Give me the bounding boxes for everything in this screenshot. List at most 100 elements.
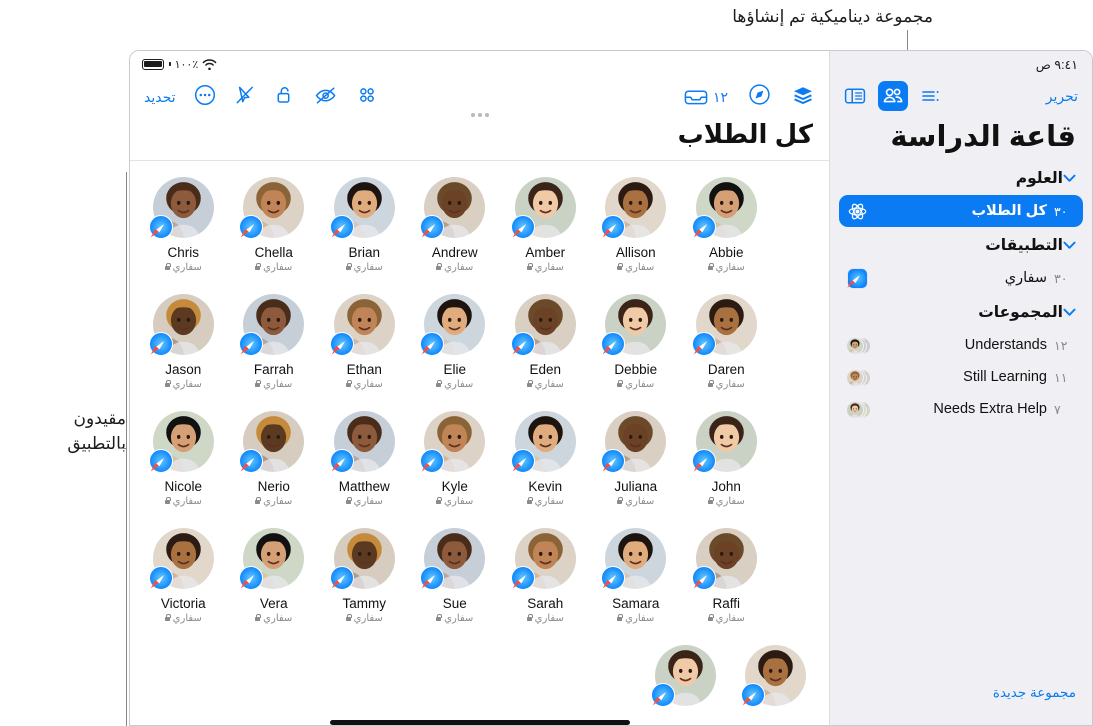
people-icon[interactable] [878,81,908,111]
sidebar-item-understands[interactable]: ١٢ Understands [839,329,1083,361]
sidebar-item-label: Still Learning [963,369,1047,385]
lock-icon [255,613,262,621]
student-name: Allison [615,245,656,260]
sidebar-section-header[interactable]: المجموعات [830,294,1092,329]
list-icon[interactable] [916,81,946,111]
student-card[interactable]: Matthew سفاري [319,411,410,507]
student-app-status: سفاري [436,379,473,390]
student-card[interactable]: Tammy سفاري [319,528,410,624]
safari-needle-icon [246,222,256,232]
sidebar-item-needs-extra-help[interactable]: ٧ Needs Extra Help [839,393,1083,425]
student-card[interactable]: Eden سفاري [500,294,591,390]
student-card[interactable]: Chella سفاري [229,177,320,273]
safari-app-badge-icon [148,332,173,356]
new-group-button[interactable]: مجموعة جديدة [993,685,1076,701]
chevron-down-icon[interactable] [1063,173,1076,185]
student-card[interactable]: Chris سفاري [138,177,229,273]
status-time: ٩:٤١ ص [1035,57,1078,72]
student-app-name: سفاري [715,379,745,390]
safari-needle-icon [337,573,347,583]
student-card[interactable]: John سفاري [681,411,772,507]
safari-app-badge-icon [510,566,535,590]
student-app-status: سفاري [526,262,564,273]
student-card[interactable]: Raffi سفاري [681,528,772,624]
student-app-name: سفاري [715,262,745,273]
safari-app-badge-icon [329,566,354,590]
student-card[interactable]: Samara سفاري [591,528,682,624]
compass-icon[interactable] [748,83,771,111]
safari-app-badge-icon [650,683,675,707]
safari-needle-icon [337,222,347,232]
student-card[interactable]: Vera سفاري [229,528,320,624]
student-name: Elie [443,362,466,377]
sidebar-title: قاعة الدراسة [890,121,1076,153]
student-card[interactable]: Sarah سفاري [500,528,591,624]
avatar-stack [846,336,871,355]
screenshot-root: مجموعة ديناميكية تم إنشاؤها مقيدون بالتط… [0,0,1093,726]
student-card[interactable]: Abbie سفاري [681,177,772,273]
student-name: Jason [165,362,202,377]
student-card[interactable]: Amber سفاري [500,177,591,273]
student-card[interactable]: Kyle سفاري [410,411,501,507]
home-indicator[interactable] [329,720,630,725]
sidebar-item-سفاري[interactable]: ٣٠ سفاري [839,262,1083,294]
student-card[interactable]: Nerio سفاري [229,411,320,507]
student-card[interactable]: Victoria سفاري [138,528,229,624]
chevron-down-icon[interactable] [1063,307,1076,319]
sidebar-item-label: كل الطلاب [971,203,1047,219]
student-card[interactable]: Allison سفاري [591,177,682,273]
student-card[interactable] [731,645,822,707]
eye-slash-icon[interactable] [314,84,338,111]
student-card[interactable]: Ethan سفاري [319,294,410,390]
window-grabber[interactable] [470,113,489,117]
safari-app-badge-icon [601,215,626,239]
unlock-icon[interactable] [274,84,296,111]
student-card[interactable]: Daren سفاري [681,294,772,390]
student-card[interactable]: Debbie سفاري [591,294,682,390]
sidebar-section-header[interactable]: التطبيقات [830,227,1092,262]
sidebar-toggle-icon[interactable] [840,81,870,111]
safari-app-badge-icon [420,566,445,590]
student-card[interactable]: Nicole سفاري [138,411,229,507]
student-card[interactable]: Elie سفاري [410,294,501,390]
inbox-button[interactable]: ١٢ [683,86,728,108]
edit-button[interactable]: تحرير [1042,88,1082,105]
safari-needle-icon [156,456,166,466]
student-card[interactable]: Jason سفاري [138,294,229,390]
student-card[interactable]: Farrah سفاري [229,294,320,390]
student-card[interactable]: Kevin سفاري [500,411,591,507]
student-app-name: سفاري [353,496,383,507]
more-circle-icon[interactable] [194,84,216,111]
layers-icon[interactable] [791,84,815,111]
student-card[interactable] [640,645,731,707]
battery-cap-icon [169,62,171,66]
student-name: Eden [529,362,562,377]
safari-needle-icon [748,690,758,700]
cursor-slash-icon[interactable] [234,84,256,111]
student-app-name: سفاري [444,379,474,390]
sidebar-item-still-learning[interactable]: ١١ Still Learning [839,361,1083,393]
student-card[interactable]: Sue سفاري [410,528,501,624]
student-app-name: سفاري [444,262,474,273]
chevron-down-icon[interactable] [1063,240,1076,252]
sidebar-item-count: ٣٠ [1054,271,1068,286]
student-app-name: سفاري [534,496,564,507]
safari-needle-icon [608,222,618,232]
sidebar-section-header[interactable]: العلوم [830,160,1092,195]
sidebar-item-كل-الطلاب[interactable]: ٣٠ كل الطلاب [839,195,1083,227]
student-card[interactable]: Juliana سفاري [591,411,682,507]
student-app-name: سفاري [715,496,745,507]
apps-grid-icon[interactable] [356,84,378,111]
status-bar-right: ٩:٤١ ص [830,51,1092,77]
select-button[interactable]: تحديد [144,89,176,106]
student-app-name: سفاري [444,496,474,507]
student-name: Chella [254,245,293,260]
safari-needle-icon [246,339,256,349]
safari-app-badge-icon [329,332,354,356]
student-card[interactable]: Brian سفاري [319,177,410,273]
student-card[interactable]: Andrew سفاري [410,177,501,273]
avatar [650,645,716,707]
student-app-name: سفاري [172,379,202,390]
lock-icon [164,496,171,504]
safari-app-badge-icon [239,215,264,239]
